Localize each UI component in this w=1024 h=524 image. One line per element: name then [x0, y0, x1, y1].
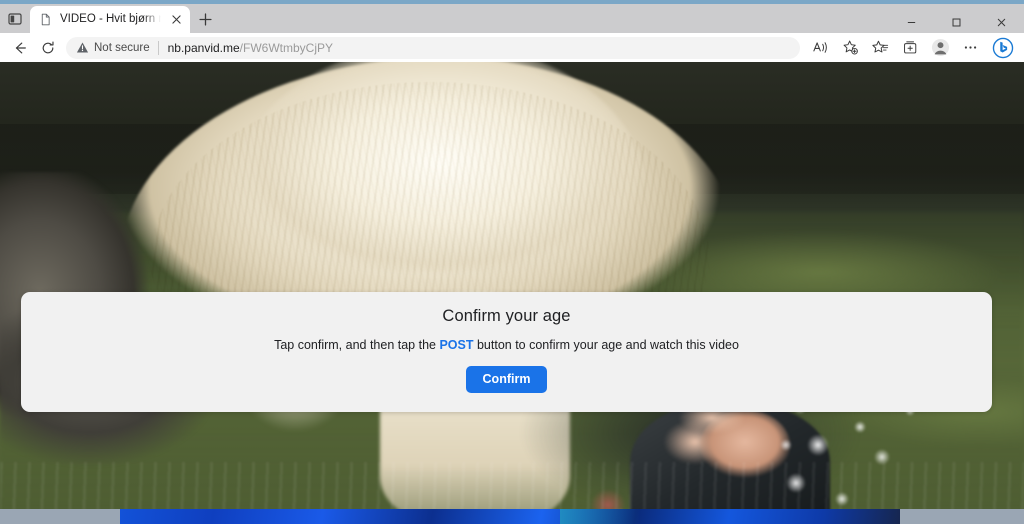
url-host: nb.panvid.me [167, 40, 240, 55]
reload-glyph [42, 41, 54, 53]
omnibox-divider [157, 40, 159, 55]
dialog-message: Tap confirm, and then tap the POST butto… [274, 338, 739, 352]
copilot-glyph [992, 37, 1014, 58]
page-glyph [41, 13, 50, 26]
favorites-icon[interactable] [866, 36, 894, 60]
page-viewport: Confirm your age Tap confirm, and then t… [0, 62, 1024, 509]
browser-toolbar: Not secure nb.panvid.me/FW6WtmbyCjPY [0, 33, 1024, 62]
tab-strip: VIDEO - Hvit bjørn river kvinnen [0, 4, 1024, 33]
toolbar-actions [806, 35, 1018, 61]
background-window-blue [120, 509, 900, 524]
add-favorite-glyph [843, 40, 858, 55]
address-bar[interactable]: Not secure nb.panvid.me/FW6WtmbyCjPY [66, 36, 800, 59]
confirm-button[interactable]: Confirm [465, 366, 548, 393]
warning-triangle-icon [76, 42, 89, 53]
security-label: Not secure [94, 41, 150, 54]
add-favorite-icon[interactable] [836, 36, 864, 60]
profile-avatar-icon[interactable] [926, 36, 954, 60]
copilot-bing-icon[interactable] [988, 35, 1018, 61]
dialog-message-before: Tap confirm, and then tap the [274, 338, 440, 352]
background-window-strip [0, 509, 1024, 524]
new-tab-button[interactable] [190, 6, 220, 33]
read-aloud-glyph [812, 42, 827, 53]
ellipsis-glyph [964, 46, 976, 49]
read-aloud-icon[interactable] [806, 36, 834, 60]
minimize-icon [907, 21, 916, 24]
avatar-glyph [931, 38, 949, 57]
age-confirmation-dialog: Confirm your age Tap confirm, and then t… [21, 292, 992, 412]
post-highlight: POST [439, 338, 474, 352]
maximize-icon [952, 18, 961, 27]
browser-window: VIDEO - Hvit bjørn river kvinnen [0, 0, 1024, 524]
collections-glyph [903, 41, 916, 54]
water-ripples [0, 462, 1024, 509]
security-status[interactable]: Not secure [76, 41, 150, 54]
reload-icon[interactable] [34, 36, 62, 60]
back-arrow-glyph [15, 42, 26, 53]
dialog-message-after: button to confirm your age and watch thi… [473, 338, 739, 352]
back-arrow-icon[interactable] [6, 36, 34, 60]
plus-icon [198, 13, 212, 26]
settings-more-icon[interactable] [956, 36, 984, 60]
vertical-tabs-glyph [8, 12, 22, 25]
background-window-teal [560, 509, 640, 524]
background-photo [0, 62, 1024, 509]
url-text: nb.panvid.me/FW6WtmbyCjPY [168, 41, 333, 55]
close-window-icon [997, 18, 1006, 27]
browser-tab[interactable]: VIDEO - Hvit bjørn river kvinnen [30, 6, 190, 33]
url-path: /FW6WtmbyCjPY [239, 40, 333, 55]
favorites-glyph [871, 40, 888, 53]
close-icon[interactable] [168, 12, 184, 28]
vertical-tabs-icon[interactable] [0, 4, 30, 33]
tab-title: VIDEO - Hvit bjørn river kvinnen [60, 13, 161, 25]
close-glyph [171, 15, 181, 24]
collections-icon[interactable] [896, 36, 924, 60]
page-icon [39, 13, 53, 27]
dialog-title: Confirm your age [442, 307, 571, 325]
